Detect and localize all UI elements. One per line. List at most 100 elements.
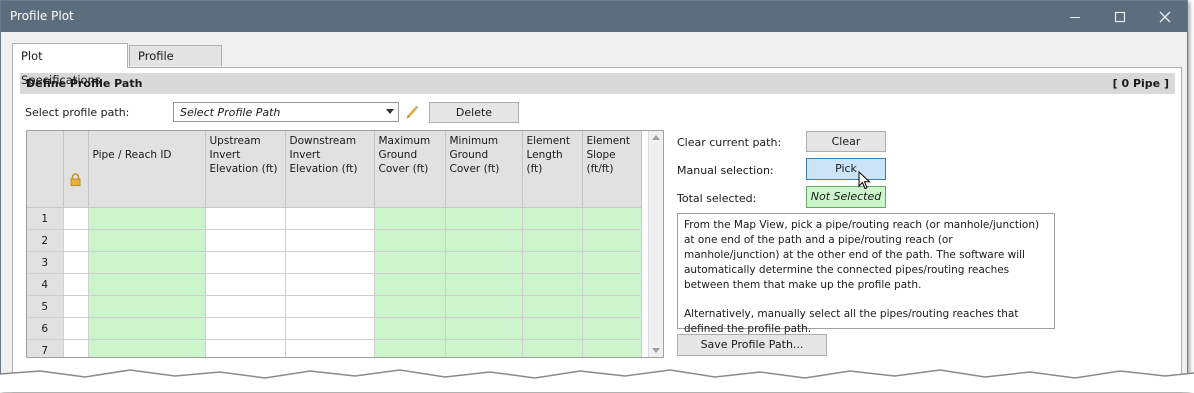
min-cover-cell — [445, 339, 523, 357]
table-row[interactable]: 5 — [27, 295, 642, 318]
min-cover-cell — [445, 229, 523, 252]
downstream-invert-cell[interactable] — [285, 251, 375, 274]
element-slope-header[interactable]: Element Slope (ft/ft) — [582, 131, 642, 208]
downstream-invert-cell[interactable] — [285, 229, 375, 252]
length-cell — [522, 229, 583, 252]
lock-cell[interactable] — [63, 207, 89, 230]
length-cell — [522, 295, 583, 318]
row-number: 5 — [27, 295, 64, 318]
define-profile-path-header: Define Profile Path [ 0 Pipe ] — [20, 73, 1175, 94]
slope-cell — [582, 273, 642, 296]
row-number: 6 — [27, 317, 64, 340]
pipe-id-cell — [88, 207, 206, 230]
downstream-invert-cell[interactable] — [285, 317, 375, 340]
pipe-count: [ 0 Pipe ] — [1112, 77, 1169, 90]
pipe-id-cell — [88, 317, 206, 340]
tab-profile-results[interactable]: Profile Results — [129, 45, 222, 83]
lock-cell[interactable] — [63, 229, 89, 252]
profile-path-grid[interactable]: Pipe / Reach ID Upstream Invert Elevatio… — [26, 130, 664, 358]
window-title: Profile Plot — [10, 9, 74, 23]
downstream-invert-cell[interactable] — [285, 273, 375, 296]
clear-button[interactable]: Clear — [806, 131, 886, 152]
total-selected-status: Not Selected — [806, 186, 886, 208]
length-cell — [522, 273, 583, 296]
delete-button[interactable]: Delete — [429, 102, 519, 123]
lock-column-header — [63, 131, 89, 208]
clear-current-path-label: Clear current path: — [677, 136, 782, 149]
instructions-box: From the Map View, pick a pipe/routing r… — [677, 213, 1055, 335]
save-profile-path-button[interactable]: Save Profile Path... — [677, 334, 827, 356]
lock-cell[interactable] — [63, 339, 89, 357]
lock-cell[interactable] — [63, 317, 89, 340]
select-profile-path-label: Select profile path: — [25, 106, 130, 119]
pick-button[interactable]: Pick — [806, 158, 886, 180]
max-cover-cell — [374, 251, 446, 274]
table-row[interactable]: 2 — [27, 229, 642, 252]
profile-plot-window: Profile Plot Plot Specifications Profile… — [0, 0, 1188, 393]
upstream-invert-cell[interactable] — [205, 207, 286, 230]
minimize-icon[interactable] — [1055, 1, 1095, 32]
min-cover-cell — [445, 317, 523, 340]
slope-cell — [582, 207, 642, 230]
mouse-pointer-icon — [858, 170, 872, 194]
row-number: 4 — [27, 273, 64, 296]
tab-plot-specifications[interactable]: Plot Specifications — [12, 43, 128, 87]
row-number-header — [27, 131, 64, 208]
slope-cell — [582, 229, 642, 252]
close-icon[interactable] — [1145, 1, 1185, 32]
lock-cell[interactable] — [63, 251, 89, 274]
instructions-paragraph-1: From the Map View, pick a pipe/routing r… — [684, 219, 1040, 291]
title-bar[interactable]: Profile Plot — [1, 1, 1187, 32]
max-cover-cell — [374, 295, 446, 318]
chevron-down-icon[interactable] — [386, 109, 394, 114]
upstream-invert-cell[interactable] — [205, 273, 286, 296]
table-row[interactable]: 6 — [27, 317, 642, 340]
grid-vertical-scrollbar[interactable] — [648, 131, 663, 357]
table-row[interactable]: 1 — [27, 207, 642, 230]
lock-cell[interactable] — [63, 295, 89, 318]
max-cover-cell — [374, 317, 446, 340]
upstream-invert-cell[interactable] — [205, 317, 286, 340]
scroll-down-icon[interactable] — [652, 348, 660, 353]
upstream-invert-cell[interactable] — [205, 229, 286, 252]
grid-header-row: Pipe / Reach ID Upstream Invert Elevatio… — [27, 131, 642, 208]
instructions-paragraph-2: Alternatively, manually select all the p… — [684, 308, 1019, 335]
max-cover-cell — [374, 339, 446, 357]
length-cell — [522, 207, 583, 230]
pipe-reach-id-header[interactable]: Pipe / Reach ID — [88, 131, 206, 208]
length-cell — [522, 339, 583, 357]
lock-cell[interactable] — [63, 273, 89, 296]
profile-path-value: Select Profile Path — [180, 106, 281, 119]
total-selected-label: Total selected: — [677, 192, 757, 205]
pencil-icon[interactable] — [402, 102, 422, 122]
min-cover-cell — [445, 251, 523, 274]
row-number: 3 — [27, 251, 64, 274]
min-cover-cell — [445, 207, 523, 230]
pipe-id-cell — [88, 229, 206, 252]
min-ground-cover-header[interactable]: Minimum Ground Cover (ft) — [445, 131, 523, 208]
upstream-invert-cell[interactable] — [205, 339, 286, 357]
scroll-up-icon[interactable] — [652, 135, 660, 140]
table-row[interactable]: 7 — [27, 339, 642, 357]
max-ground-cover-header[interactable]: Maximum Ground Cover (ft) — [374, 131, 446, 208]
min-cover-cell — [445, 273, 523, 296]
pipe-id-cell — [88, 295, 206, 318]
downstream-invert-cell[interactable] — [285, 339, 375, 357]
maximize-icon[interactable] — [1100, 1, 1140, 32]
table-row[interactable]: 4 — [27, 273, 642, 296]
slope-cell — [582, 339, 642, 357]
downstream-invert-cell[interactable] — [285, 295, 375, 318]
slope-cell — [582, 251, 642, 274]
upstream-invert-cell[interactable] — [205, 295, 286, 318]
max-cover-cell — [374, 229, 446, 252]
table-row[interactable]: 3 — [27, 251, 642, 274]
element-length-header[interactable]: Element Length (ft) — [522, 131, 583, 208]
manual-selection-label: Manual selection: — [677, 164, 774, 177]
upstream-invert-header[interactable]: Upstream Invert Elevation (ft) — [205, 131, 286, 208]
downstream-invert-cell[interactable] — [285, 207, 375, 230]
lock-icon — [70, 173, 81, 189]
upstream-invert-cell[interactable] — [205, 251, 286, 274]
profile-path-dropdown[interactable]: Select Profile Path — [173, 102, 399, 122]
length-cell — [522, 317, 583, 340]
downstream-invert-header[interactable]: Downstream Invert Elevation (ft) — [285, 131, 375, 208]
